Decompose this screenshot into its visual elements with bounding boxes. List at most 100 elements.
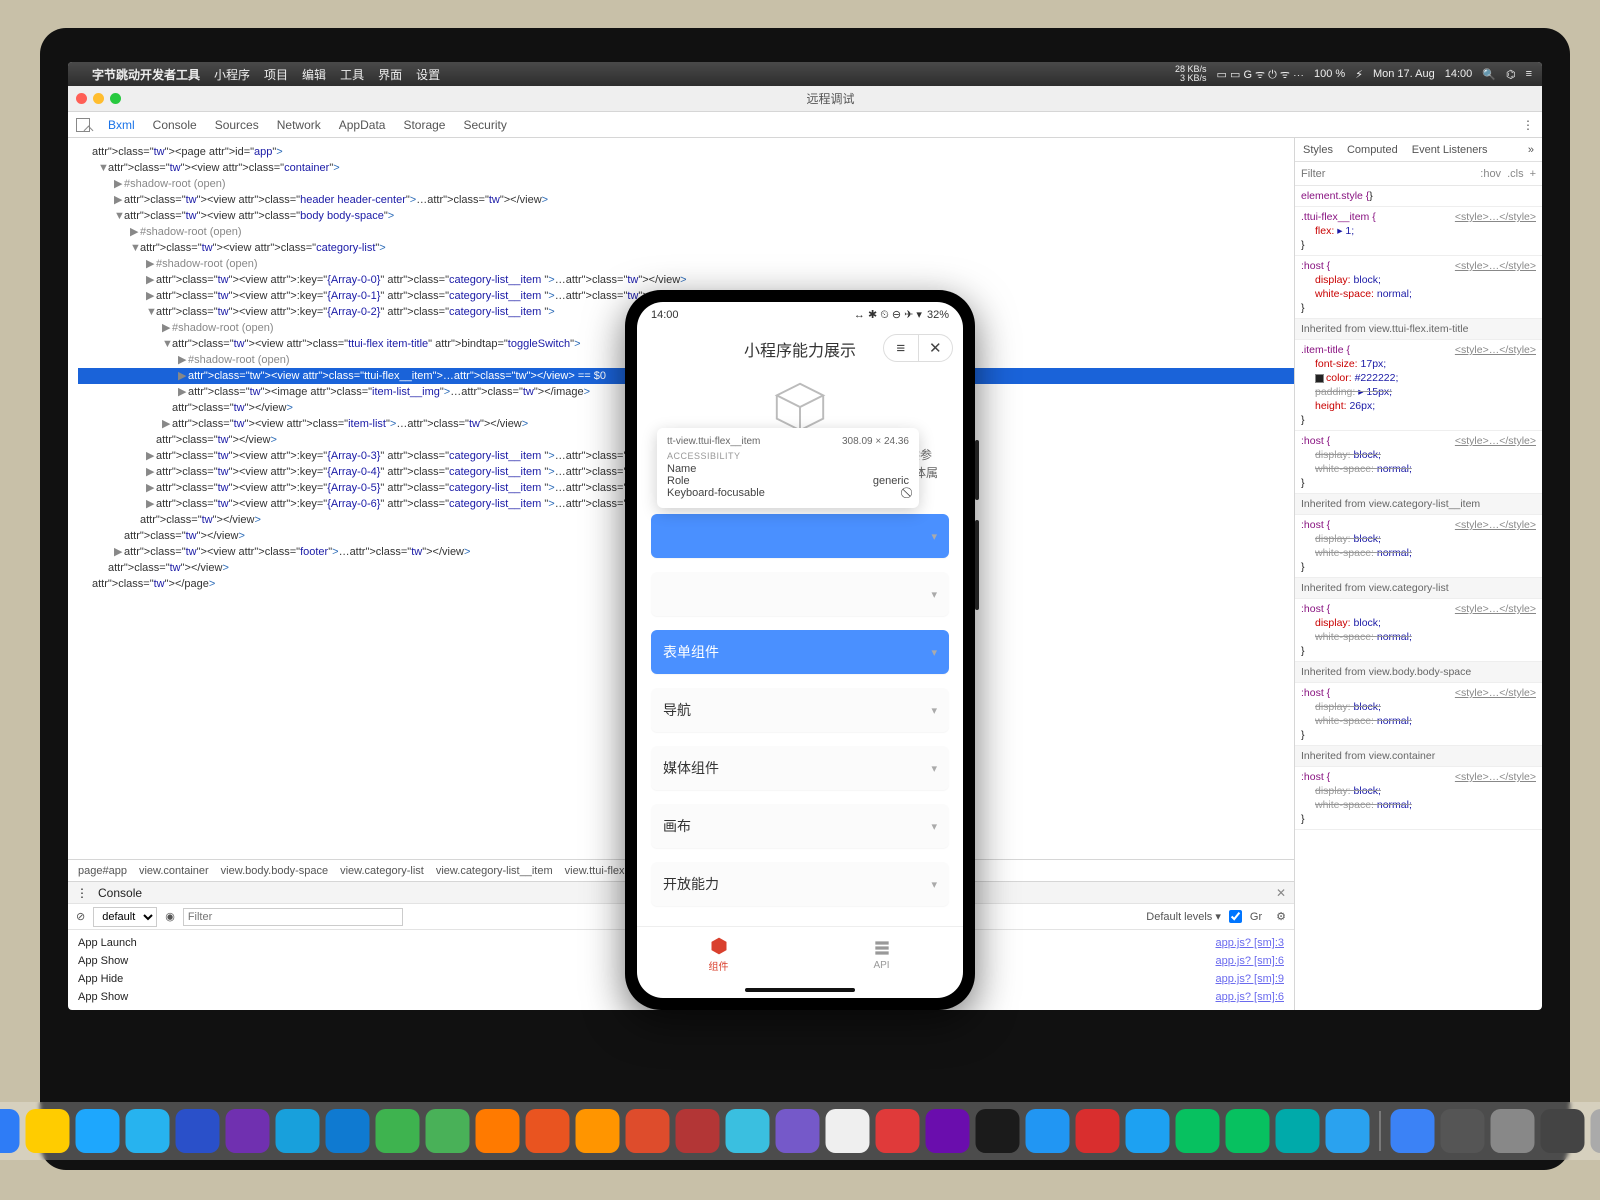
dom-node[interactable]: attr">class="tw"><page attr">id="app">	[78, 144, 1294, 160]
styles-tab-event listeners[interactable]: Event Listeners	[1412, 144, 1488, 156]
dock-app[interactable]	[76, 1109, 120, 1153]
dock-app[interactable]	[826, 1109, 870, 1153]
breadcrumb-item[interactable]: view.category-list	[340, 865, 424, 877]
styles-more-icon[interactable]: »	[1528, 144, 1534, 156]
dock-app[interactable]	[876, 1109, 920, 1153]
breadcrumb-item[interactable]: page#app	[78, 865, 127, 877]
css-rule[interactable]: .ttui-flex__item {<style>…</style>flex: …	[1295, 207, 1542, 256]
tab-component[interactable]: 组件	[637, 927, 800, 982]
console-context-select[interactable]: default	[93, 907, 157, 927]
list-icon[interactable]: ≡	[1526, 68, 1532, 80]
console-group-checkbox[interactable]	[1229, 910, 1242, 923]
home-indicator[interactable]	[637, 982, 963, 998]
dock-app[interactable]	[176, 1109, 220, 1153]
console-source-link[interactable]: app.js? [sm]:9	[1094, 970, 1284, 988]
category-item[interactable]: 导航▾	[651, 688, 949, 732]
dock-app[interactable]	[1591, 1109, 1600, 1153]
menubar-app-name[interactable]: 字节跳动开发者工具	[92, 66, 200, 83]
dock-app[interactable]	[926, 1109, 970, 1153]
category-item[interactable]: 表单组件▾	[651, 630, 949, 674]
styles-rules[interactable]: element.style {}.ttui-flex__item {<style…	[1295, 186, 1542, 1010]
menubar-item[interactable]: 编辑	[302, 68, 326, 82]
tab-api[interactable]: API	[800, 927, 963, 982]
close-icon[interactable]: ✕	[1276, 886, 1286, 900]
css-rule[interactable]: element.style {}	[1295, 186, 1542, 207]
dom-node[interactable]: ▶#shadow-root (open)	[78, 256, 1294, 272]
dock-app[interactable]	[1541, 1109, 1585, 1153]
dom-node[interactable]: ▶attr">class="tw"><view attr">class="hea…	[78, 192, 1294, 208]
console-drawer-handle[interactable]: ⋮	[76, 886, 88, 900]
console-source-link[interactable]: app.js? [sm]:6	[1094, 952, 1284, 970]
clear-console-icon[interactable]: ⊘	[76, 910, 85, 923]
category-item[interactable]: ▾tt-view.ttui-flex__item308.09 × 24.36AC…	[651, 514, 949, 558]
dock-app[interactable]	[26, 1109, 70, 1153]
dock-app[interactable]	[0, 1109, 20, 1153]
tab-network[interactable]: Network	[277, 118, 321, 132]
capsule-menu-icon[interactable]: ≡	[884, 335, 919, 361]
menubar-item[interactable]: 小程序	[214, 68, 250, 82]
breadcrumb-item[interactable]: view.category-list__item	[436, 865, 553, 877]
menubar-item[interactable]: 项目	[264, 68, 288, 82]
dock-app[interactable]	[1441, 1109, 1485, 1153]
category-item[interactable]: ▾	[651, 572, 949, 616]
dock-app[interactable]	[1391, 1109, 1435, 1153]
category-item[interactable]: 媒体组件▾	[651, 746, 949, 790]
dock-app[interactable]	[676, 1109, 720, 1153]
console-source-link[interactable]: app.js? [sm]:3	[1094, 934, 1284, 952]
dock-app[interactable]	[476, 1109, 520, 1153]
breadcrumb-item[interactable]: view.body.body-space	[221, 865, 328, 877]
eye-icon[interactable]: ◉	[165, 910, 175, 923]
dom-node[interactable]: ▼attr">class="tw"><view attr">class="bod…	[78, 208, 1294, 224]
css-rule[interactable]: :host {<style>…</style>display: block;wh…	[1295, 515, 1542, 578]
css-rule[interactable]: .item-title {<style>…</style>font-size: …	[1295, 340, 1542, 431]
dock-app[interactable]	[1076, 1109, 1120, 1153]
dock-app[interactable]	[376, 1109, 420, 1153]
console-settings-icon[interactable]: ⚙	[1276, 910, 1286, 923]
tab-storage[interactable]: Storage	[403, 118, 445, 132]
window-traffic-lights[interactable]	[76, 93, 121, 104]
menubar-item[interactable]: 工具	[340, 68, 364, 82]
new-rule-icon[interactable]: +	[1530, 168, 1536, 180]
spotlight-icon[interactable]: 🔍	[1482, 68, 1496, 81]
console-source-link[interactable]: app.js? [sm]:6	[1094, 988, 1284, 1006]
console-levels-select[interactable]: Default levels ▾	[1146, 910, 1221, 923]
menubar-item[interactable]: 设置	[416, 68, 440, 82]
css-rule[interactable]: :host {<style>…</style>display: block;wh…	[1295, 431, 1542, 494]
dock-app[interactable]	[1226, 1109, 1270, 1153]
more-icon[interactable]: ⋮	[1522, 118, 1534, 132]
category-item[interactable]: 画布▾	[651, 804, 949, 848]
tab-bxml[interactable]: Bxml	[108, 118, 135, 132]
dock-app[interactable]	[276, 1109, 320, 1153]
dock-app[interactable]	[576, 1109, 620, 1153]
dock-app[interactable]	[326, 1109, 370, 1153]
dock-app[interactable]	[526, 1109, 570, 1153]
dock-app[interactable]	[976, 1109, 1020, 1153]
dom-node[interactable]: ▼attr">class="tw"><view attr">class="cat…	[78, 240, 1294, 256]
dock-app[interactable]	[226, 1109, 270, 1153]
cls-toggle[interactable]: .cls	[1507, 168, 1524, 180]
tab-console[interactable]: Console	[153, 118, 197, 132]
console-tab-label[interactable]: Console	[98, 886, 142, 900]
dom-node[interactable]: ▶attr">class="tw"><view attr">:key="{Arr…	[78, 272, 1294, 288]
mac-dock[interactable]	[0, 1102, 1600, 1160]
category-item[interactable]: 开放能力▾	[651, 862, 949, 906]
dom-node[interactable]: ▼attr">class="tw"><view attr">class="con…	[78, 160, 1294, 176]
dock-app[interactable]	[1276, 1109, 1320, 1153]
console-sources[interactable]: app.js? [sm]:3app.js? [sm]:6app.js? [sm]…	[1084, 930, 1294, 1010]
menubar-item[interactable]: 界面	[378, 68, 402, 82]
dock-app[interactable]	[776, 1109, 820, 1153]
capsule-close-icon[interactable]: ✕	[919, 335, 953, 361]
dock-app[interactable]	[1126, 1109, 1170, 1153]
dock-app[interactable]	[726, 1109, 770, 1153]
hov-toggle[interactable]: :hov	[1480, 168, 1501, 180]
dock-app[interactable]	[1176, 1109, 1220, 1153]
breadcrumb-item[interactable]: view.container	[139, 865, 209, 877]
dock-app[interactable]	[1026, 1109, 1070, 1153]
css-rule[interactable]: :host {<style>…</style>display: block;wh…	[1295, 683, 1542, 746]
dock-app[interactable]	[1491, 1109, 1535, 1153]
dock-app[interactable]	[426, 1109, 470, 1153]
control-center-icon[interactable]: ⌬	[1506, 68, 1516, 81]
styles-tab-computed[interactable]: Computed	[1347, 144, 1398, 156]
css-rule[interactable]: :host {<style>…</style>display: block;wh…	[1295, 256, 1542, 319]
dom-node[interactable]: ▶#shadow-root (open)	[78, 176, 1294, 192]
